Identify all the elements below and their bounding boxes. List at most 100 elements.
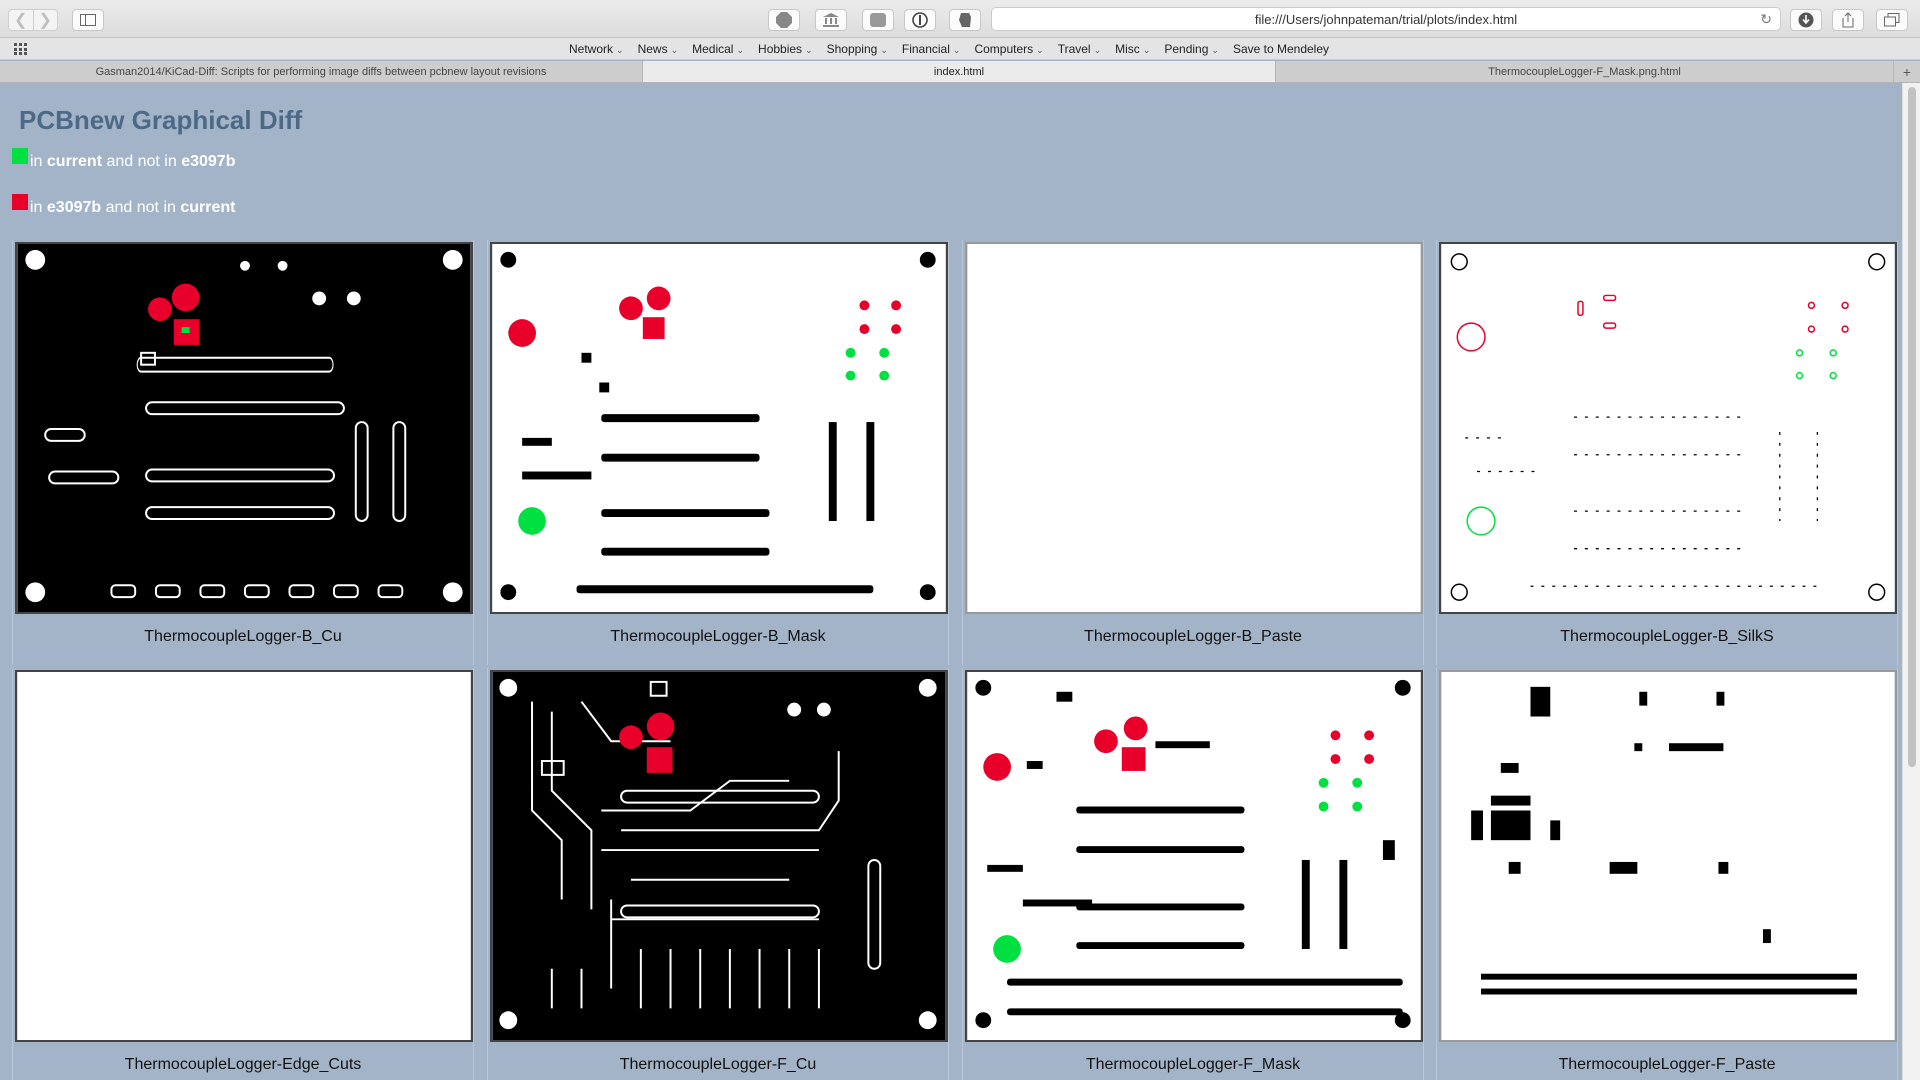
bookmark-folder-pending[interactable]: Pending ⌄: [1164, 42, 1219, 56]
layer-thumbnail-b-paste[interactable]: [965, 242, 1423, 614]
evernote-icon[interactable]: [949, 9, 981, 31]
extension-icon[interactable]: [862, 9, 894, 31]
sidebar-toggle-icon[interactable]: [72, 9, 104, 31]
bookmark-folder-news[interactable]: News ⌄: [638, 42, 679, 56]
forward-icon[interactable]: ❯: [32, 10, 58, 30]
legend-added: in current and not in e3097b: [12, 148, 235, 171]
layer-thumbnail-b-cu[interactable]: [15, 242, 473, 614]
pcb-edge-cuts-image: [17, 672, 471, 1040]
legend-revision: current: [180, 199, 236, 216]
chevron-down-icon: ⌄: [880, 45, 888, 55]
page-scrollbar[interactable]: [1902, 83, 1920, 1080]
tab-index-html[interactable]: index.html: [643, 61, 1276, 82]
page-content: PCBnew Graphical Diff in current and not…: [0, 83, 1902, 1080]
legend-revision: current: [46, 153, 103, 170]
layer-thumbnail-f-paste[interactable]: [1439, 670, 1897, 1042]
bookmark-save-to-mendeley[interactable]: Save to Mendeley: [1233, 42, 1329, 56]
share-icon[interactable]: [1832, 9, 1864, 31]
layer-caption: ThermocoupleLogger-B_Paste: [1084, 628, 1302, 645]
removed-color-swatch: [12, 194, 28, 210]
layer-thumbnail-f-cu[interactable]: [490, 670, 948, 1042]
downloads-icon[interactable]: [1790, 9, 1822, 31]
bookmark-folder-network[interactable]: Network ⌄: [569, 42, 624, 56]
legend-text: and not in: [102, 153, 182, 170]
layer-thumbnail-edge-cuts[interactable]: [15, 670, 473, 1042]
layer-card-b-paste[interactable]: ThermocoupleLogger-B_Paste: [962, 240, 1424, 665]
bookmark-label: Medical: [692, 42, 734, 56]
tab-f-mask-html[interactable]: ThermocoupleLogger-F_Mask.png.html: [1276, 61, 1894, 82]
pcb-f-mask-image: [967, 672, 1421, 1040]
pcb-f-paste-image: [1441, 672, 1895, 1040]
tab-kicad-diff-repo[interactable]: Gasman2014/KiCad-Diff: Scripts for perfo…: [0, 61, 643, 82]
layer-caption: ThermocoupleLogger-B_SilkS: [1560, 628, 1774, 645]
layer-caption: ThermocoupleLogger-B_Cu: [144, 628, 342, 645]
layer-thumbnail-b-silks[interactable]: [1439, 242, 1897, 614]
bookmark-folder-shopping[interactable]: Shopping ⌄: [827, 42, 888, 56]
layer-caption: ThermocoupleLogger-B_Mask: [610, 628, 826, 645]
layer-card-b-mask[interactable]: ThermocoupleLogger-B_Mask: [487, 240, 949, 665]
pcb-b-paste-image: [967, 244, 1421, 612]
page-title: PCBnew Graphical Diff: [19, 105, 303, 135]
layer-card-b-cu[interactable]: ThermocoupleLogger-B_Cu: [12, 240, 474, 665]
chevron-down-icon: ⌄: [670, 45, 679, 55]
bank-icon[interactable]: [815, 9, 847, 31]
legend-removed-text: in e3097b and not in current: [30, 199, 235, 217]
pcb-f-cu-image: [492, 672, 946, 1040]
layer-card-edge-cuts[interactable]: ThermocoupleLogger-Edge_Cuts: [12, 668, 474, 1080]
back-icon[interactable]: ❮: [9, 10, 33, 30]
new-tab-button[interactable]: +: [1894, 61, 1920, 82]
chevron-down-icon: ⌄: [736, 45, 745, 55]
chevron-down-icon: ⌄: [952, 45, 961, 55]
tab-bar: Gasman2014/KiCad-Diff: Scripts for perfo…: [0, 61, 1920, 83]
address-bar[interactable]: file:///Users/johnpateman/trial/plots/in…: [991, 7, 1781, 31]
browser-toolbar: ❮ ❯ file:///Users/johnpateman/trial/plot…: [0, 0, 1920, 38]
bookmark-folder-hobbies[interactable]: Hobbies ⌄: [758, 42, 813, 56]
bookmark-folder-medical[interactable]: Medical ⌄: [692, 42, 744, 56]
adblock-icon[interactable]: [768, 9, 800, 31]
bookmark-label: Misc: [1115, 42, 1140, 56]
bookmark-label: Travel: [1057, 42, 1091, 56]
bookmark-label: Hobbies: [758, 42, 803, 56]
bookmark-folder-travel[interactable]: Travel ⌄: [1058, 42, 1101, 56]
chevron-down-icon: ⌄: [1093, 45, 1102, 55]
chevron-down-icon: ⌄: [1036, 45, 1044, 55]
password-manager-icon[interactable]: [904, 9, 936, 31]
bookmarks-bar: Network ⌄ News ⌄ Medical ⌄ Hobbies ⌄ Shoppin…: [0, 38, 1920, 60]
bookmark-label: Pending: [1164, 42, 1209, 56]
reload-icon[interactable]: ↻: [1760, 11, 1772, 28]
bookmark-label: News: [637, 42, 668, 56]
layer-thumbnail-b-mask[interactable]: [490, 242, 948, 614]
legend-revision: e3097b: [46, 199, 102, 216]
legend-removed: in e3097b and not in current: [12, 194, 235, 217]
layer-card-f-paste[interactable]: ThermocoupleLogger-F_Paste: [1436, 668, 1898, 1080]
layer-caption: ThermocoupleLogger-Edge_Cuts: [124, 1056, 362, 1073]
pcb-b-silks-image: [1441, 244, 1895, 612]
legend-text: in: [30, 153, 47, 170]
layer-thumbnail-f-mask[interactable]: [965, 670, 1423, 1042]
layer-caption: ThermocoupleLogger-F_Cu: [619, 1056, 817, 1073]
legend-added-text: in current and not in e3097b: [30, 153, 235, 171]
layer-card-f-mask[interactable]: ThermocoupleLogger-F_Mask: [962, 668, 1424, 1080]
bookmark-label: Financial: [901, 42, 950, 56]
chevron-down-icon: ⌄: [616, 45, 624, 55]
history-nav: ❮ ❯: [8, 9, 58, 31]
legend-text: and not in: [101, 199, 181, 216]
pcb-b-cu-image: [17, 244, 471, 612]
layer-caption: ThermocoupleLogger-F_Paste: [1558, 1056, 1776, 1073]
layer-card-b-silks[interactable]: ThermocoupleLogger-B_SilkS: [1436, 240, 1898, 665]
legend-text: in: [30, 199, 47, 216]
added-color-swatch: [12, 148, 28, 164]
chevron-down-icon: ⌄: [1142, 45, 1151, 55]
bookmark-folder-financial[interactable]: Financial ⌄: [902, 42, 961, 56]
bookmark-list: Network ⌄ News ⌄ Medical ⌄ Hobbies ⌄ Shoppin…: [569, 38, 1343, 60]
scrollbar-thumb[interactable]: [1908, 87, 1916, 767]
top-sites-grid-icon[interactable]: [14, 43, 30, 55]
layer-caption: ThermocoupleLogger-F_Mask: [1085, 1056, 1301, 1073]
chevron-down-icon: ⌄: [1211, 45, 1219, 55]
bookmark-folder-misc[interactable]: Misc ⌄: [1115, 42, 1150, 56]
layer-card-f-cu[interactable]: ThermocoupleLogger-F_Cu: [487, 668, 949, 1080]
url-text: file:///Users/johnpateman/trial/plots/in…: [1254, 11, 1518, 27]
bookmark-folder-computers[interactable]: Computers ⌄: [974, 42, 1043, 56]
tabs-overview-icon[interactable]: [1876, 9, 1908, 31]
legend-revision: e3097b: [181, 153, 236, 170]
